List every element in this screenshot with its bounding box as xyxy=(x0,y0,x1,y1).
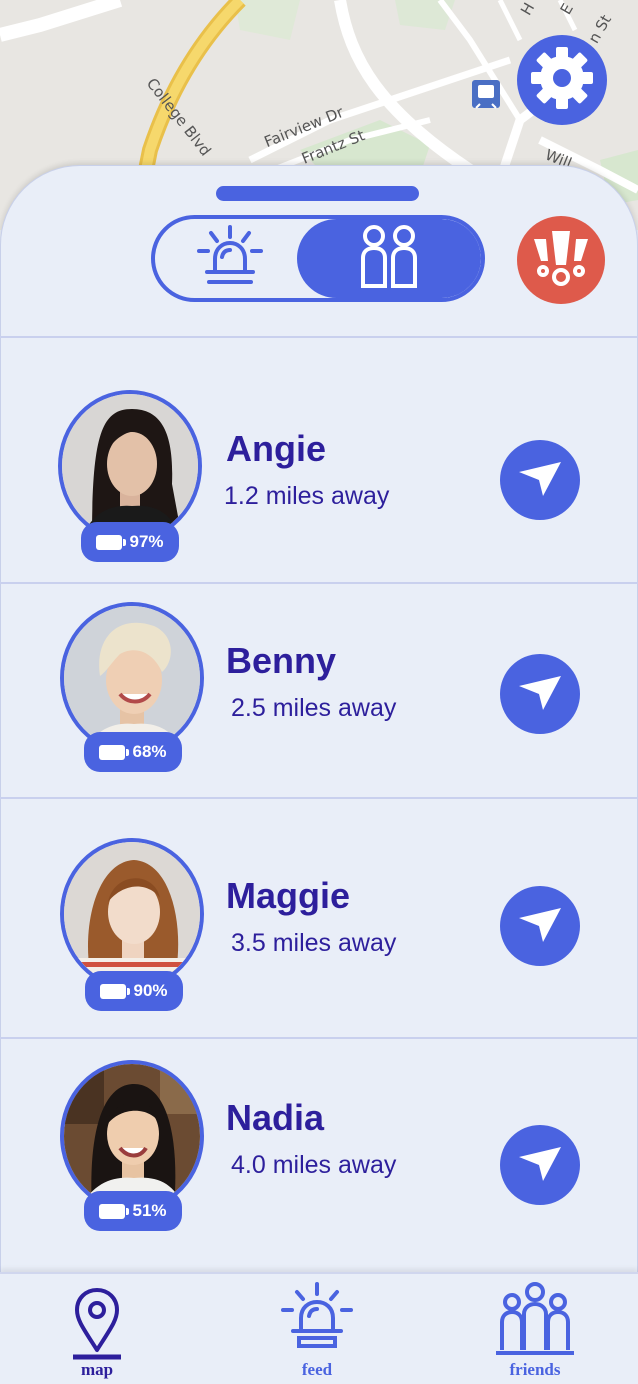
map-pin-icon xyxy=(67,1284,127,1365)
send-arrow-icon xyxy=(517,458,563,503)
battery-icon xyxy=(100,983,131,999)
gear-icon xyxy=(529,45,595,116)
drag-handle[interactable] xyxy=(216,186,419,201)
send-location-button[interactable] xyxy=(500,1125,580,1205)
alerts-toggle-option[interactable] xyxy=(155,219,305,298)
battery-icon xyxy=(99,744,130,760)
exclamation-alert-icon xyxy=(528,225,594,296)
avatar xyxy=(60,838,204,990)
send-arrow-icon xyxy=(517,904,563,949)
view-toggle[interactable] xyxy=(151,215,485,302)
nav-map[interactable]: map xyxy=(57,1274,137,1384)
battery-level: 68% xyxy=(132,742,167,761)
nav-friends[interactable]: friends xyxy=(490,1274,580,1384)
battery-badge: 90% xyxy=(85,971,183,1011)
people-icon xyxy=(359,224,419,293)
send-location-button[interactable] xyxy=(500,886,580,966)
battery-badge: 97% xyxy=(81,522,179,562)
friend-row[interactable]: 68% Benny 2.5 miles away xyxy=(0,584,638,797)
friend-distance: 1.2 miles away xyxy=(224,482,390,510)
friend-row[interactable]: 90% Maggie 3.5 miles away xyxy=(0,799,638,1037)
send-arrow-icon xyxy=(517,672,563,717)
friend-name: Benny xyxy=(226,640,337,681)
send-location-button[interactable] xyxy=(500,440,580,520)
battery-badge: 68% xyxy=(84,732,182,772)
avatar xyxy=(58,390,202,542)
friend-distance: 2.5 miles away xyxy=(231,694,397,722)
friends-toggle-option[interactable] xyxy=(297,219,481,298)
friend-name: Angie xyxy=(226,428,327,469)
battery-icon xyxy=(99,1203,130,1219)
friend-row[interactable]: 51% Nadia 4.0 miles away xyxy=(0,1039,638,1272)
send-location-button[interactable] xyxy=(500,654,580,734)
siren-icon xyxy=(279,1282,355,1361)
group-icon xyxy=(492,1282,578,1361)
battery-level: 51% xyxy=(132,1201,167,1220)
bottom-nav: map feed friends xyxy=(0,1272,638,1384)
battery-badge: 51% xyxy=(84,1191,182,1231)
battery-icon xyxy=(96,534,127,550)
nav-feed[interactable]: feed xyxy=(277,1274,357,1384)
siren-icon xyxy=(195,225,265,292)
nav-label: feed xyxy=(301,1360,333,1379)
friend-distance: 4.0 miles away xyxy=(231,1151,397,1179)
nav-label: friends xyxy=(509,1360,561,1379)
battery-level: 97% xyxy=(129,532,164,551)
settings-button[interactable] xyxy=(517,35,607,125)
send-arrow-icon xyxy=(517,1143,563,1188)
friend-row[interactable]: 97% Angie 1.2 miles away xyxy=(0,338,638,583)
friend-name: Nadia xyxy=(226,1097,325,1138)
nav-label: map xyxy=(80,1360,114,1379)
avatar xyxy=(60,1060,204,1212)
sos-button[interactable] xyxy=(517,216,605,304)
friend-distance: 3.5 miles away xyxy=(231,929,397,957)
battery-level: 90% xyxy=(133,981,168,1000)
friend-name: Maggie xyxy=(226,875,351,916)
